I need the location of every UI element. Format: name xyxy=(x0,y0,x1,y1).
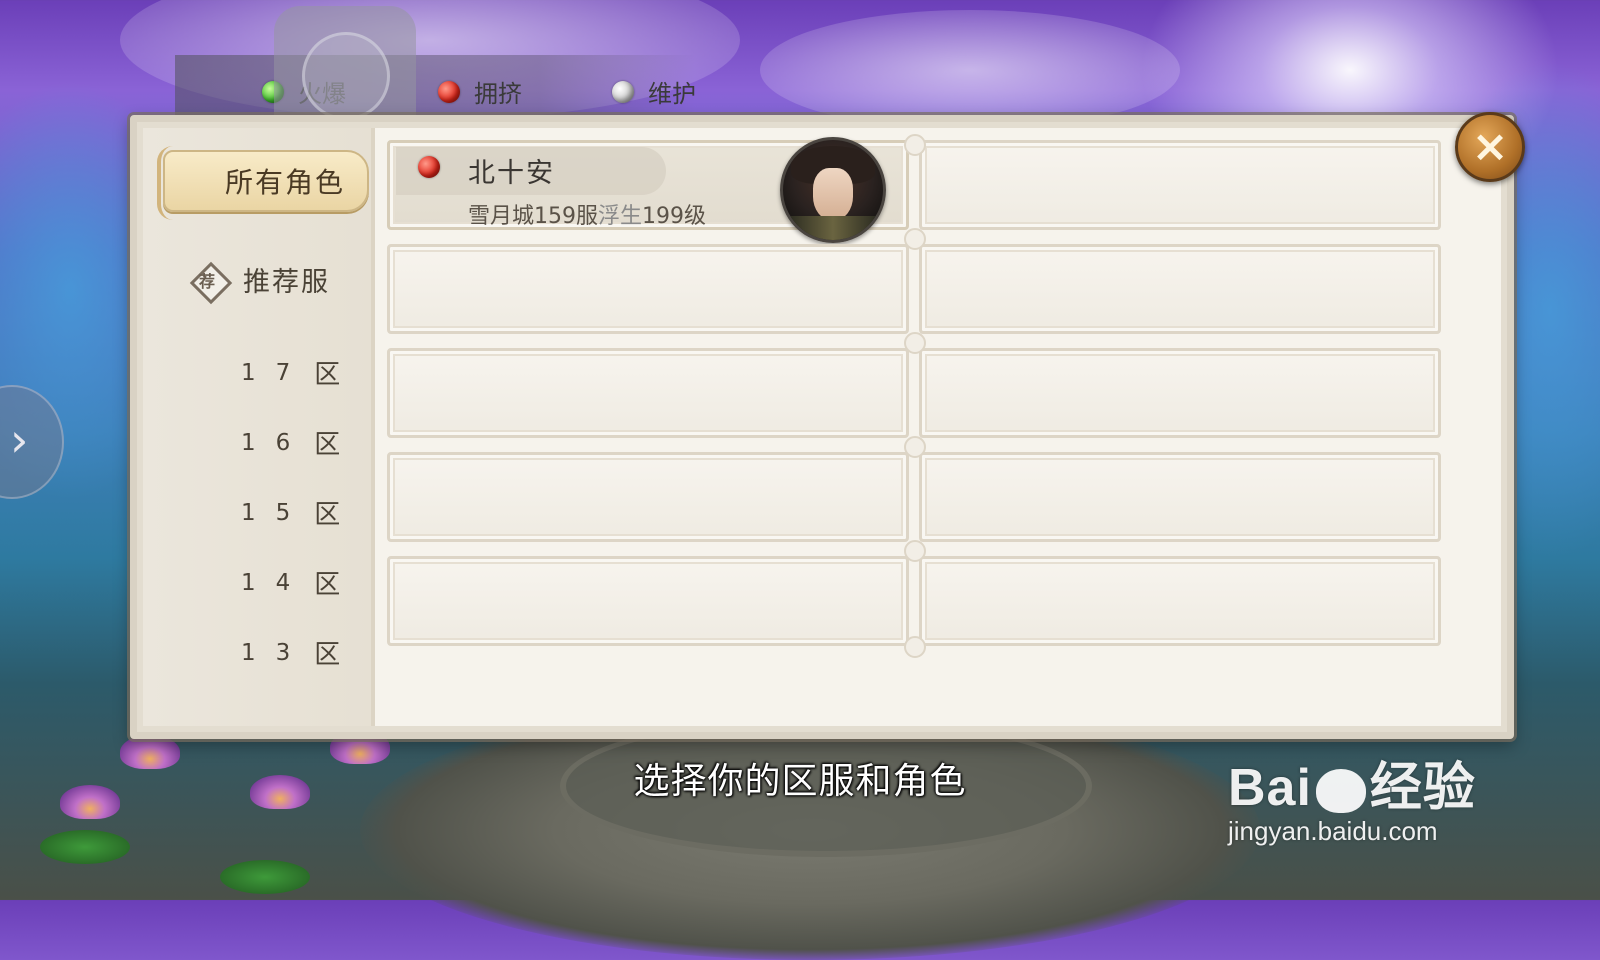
lotus-leaf xyxy=(220,860,310,894)
tab-recommended-servers[interactable]: 荐 推荐服 xyxy=(189,260,330,304)
grid-joint xyxy=(904,636,926,658)
zone-item[interactable]: 1 7 区 xyxy=(241,354,340,391)
stone-platform xyxy=(360,700,1260,960)
status-maintenance: 维护 xyxy=(612,74,696,109)
zone-digit: 1 xyxy=(241,359,256,386)
recommend-badge-icon: 荐 xyxy=(189,261,233,304)
empty-role-slot[interactable] xyxy=(387,556,909,646)
watermark-url: jingyan.baidu.com xyxy=(1228,816,1438,846)
role-level: 199级 xyxy=(642,204,707,229)
zone-suffix: 区 xyxy=(314,430,341,460)
watermark-brand-left: Bai xyxy=(1228,759,1312,817)
empty-role-slot[interactable] xyxy=(387,244,909,334)
tab-all-roles-label: 所有角色 xyxy=(224,166,345,199)
zone-item[interactable]: 1 6 区 xyxy=(241,424,340,461)
zone-suffix: 区 xyxy=(314,360,341,390)
zone-digit: 1 xyxy=(241,639,256,666)
character-portrait-avatar xyxy=(780,137,886,243)
baidu-jingyan-watermark: Bai 经验 jingyan.baidu.com xyxy=(1228,745,1558,855)
side-expand-button[interactable]: › xyxy=(0,385,64,499)
empty-role-slot[interactable] xyxy=(387,452,909,542)
role-name: 北十安 xyxy=(468,158,555,189)
empty-role-slot[interactable] xyxy=(919,140,1441,230)
zone-suffix: 区 xyxy=(314,570,341,600)
status-red-dot-icon xyxy=(438,80,460,103)
zone-item[interactable]: 1 3 区 xyxy=(241,634,340,671)
zone-digit: 4 xyxy=(275,569,291,596)
empty-role-slot[interactable] xyxy=(919,556,1441,646)
zone-digit: 1 xyxy=(241,569,256,596)
role-server: 雪月城159服 xyxy=(468,204,598,229)
zone-digit: 5 xyxy=(275,499,291,526)
empty-role-slot[interactable] xyxy=(919,452,1441,542)
zone-suffix: 区 xyxy=(314,500,341,530)
tab-decoration xyxy=(157,146,197,220)
role-card[interactable]: 北十安 雪月城159服浮生199级 xyxy=(387,137,909,243)
status-grey-dot-icon xyxy=(612,80,634,103)
panel-inner: 所有角色 荐 推荐服 1 7 区 1 6 区 1 5 区 1 4 区 1 3 区… xyxy=(143,128,1501,726)
zone-item[interactable]: 1 4 区 xyxy=(241,564,340,601)
tab-all-roles[interactable]: 所有角色 xyxy=(157,146,369,220)
baidu-paw-logo-icon xyxy=(1315,769,1366,814)
status-label: 维护 xyxy=(648,80,696,108)
lotus-leaf xyxy=(40,830,130,864)
watermark-brand: Bai 经验 xyxy=(1228,745,1558,820)
zone-digit: 1 xyxy=(241,499,256,526)
close-button[interactable]: × xyxy=(1455,112,1525,182)
zone-suffix: 区 xyxy=(314,640,341,670)
zone-digit: 7 xyxy=(275,359,291,386)
zone-digit: 6 xyxy=(275,429,291,456)
server-select-panel: 所有角色 荐 推荐服 1 7 区 1 6 区 1 5 区 1 4 区 1 3 区… xyxy=(130,115,1514,739)
role-server-info: 雪月城159服浮生199级 xyxy=(468,198,706,230)
empty-role-slot[interactable] xyxy=(919,244,1441,334)
cloud xyxy=(760,10,1180,130)
status-crowded: 拥挤 xyxy=(438,74,522,109)
zone-digit: 3 xyxy=(275,639,291,666)
touch-ring xyxy=(302,32,390,120)
watermark-brand-right: 经验 xyxy=(1369,759,1476,817)
tab-recommended-label: 推荐服 xyxy=(243,267,330,298)
status-label: 拥挤 xyxy=(474,80,522,108)
empty-role-slot[interactable] xyxy=(919,348,1441,438)
chevron-right-icon: › xyxy=(10,413,29,467)
server-status-red-dot-icon xyxy=(418,156,440,178)
grid-joint xyxy=(904,332,926,354)
grid-joint xyxy=(904,134,926,156)
role-class: 浮生 xyxy=(598,204,643,229)
server-sidebar: 所有角色 荐 推荐服 1 7 区 1 6 区 1 5 区 1 4 区 1 3 区 xyxy=(143,128,375,726)
zone-item[interactable]: 1 5 区 xyxy=(241,494,340,531)
grid-joint xyxy=(904,436,926,458)
grid-joint xyxy=(904,540,926,562)
grid-joint xyxy=(904,228,926,250)
zone-digit: 1 xyxy=(241,429,256,456)
close-icon: × xyxy=(1471,121,1509,172)
empty-role-slot[interactable] xyxy=(387,348,909,438)
